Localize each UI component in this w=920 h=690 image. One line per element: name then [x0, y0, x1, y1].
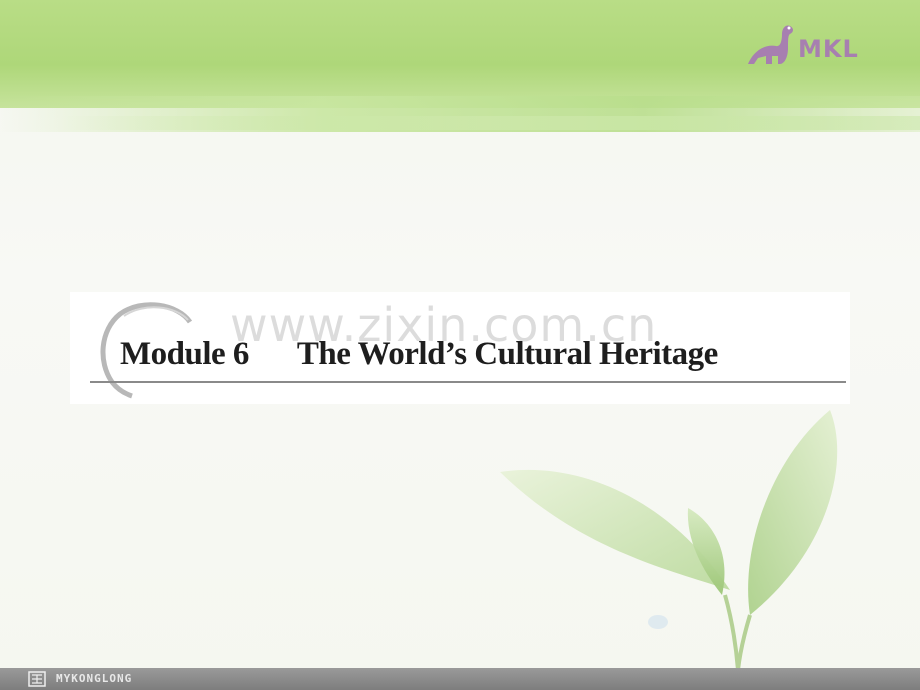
module-title: The World’s Cultural Heritage: [296, 336, 718, 372]
slide-title: Module 6 The World’s Cultural Heritage: [120, 336, 718, 373]
logo-text: MKL: [798, 35, 859, 63]
footer-logo-icon: [28, 671, 46, 687]
title-underline: [90, 381, 846, 383]
footer-brand-text: MYKONGLONG: [56, 672, 133, 685]
leaves-decoration: [500, 410, 838, 670]
module-label: Module 6: [120, 336, 249, 372]
header-band-fade-lower: [60, 116, 920, 130]
slide: MKL www.zixin.com.cn Module 6 The World’s…: [0, 0, 920, 690]
footer-bar: [0, 668, 920, 690]
